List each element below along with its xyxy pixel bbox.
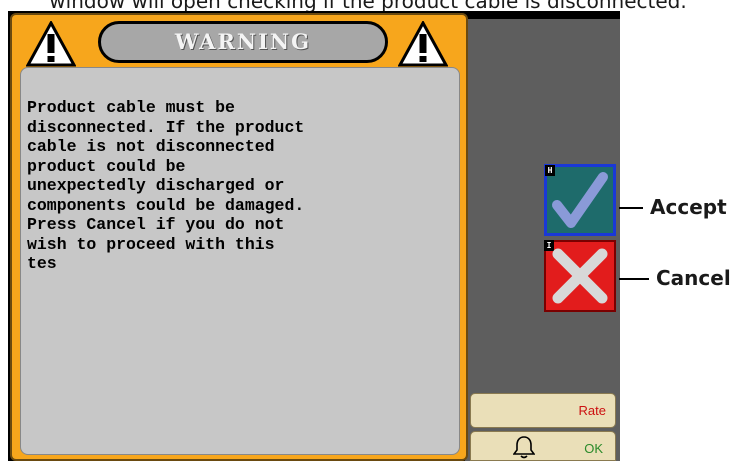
accept-callout-label: Accept bbox=[650, 195, 727, 219]
cancel-button[interactable]: I bbox=[544, 240, 616, 312]
rate-button[interactable]: Rate bbox=[470, 393, 616, 428]
cancel-callout-line bbox=[619, 278, 649, 280]
checkmark-icon bbox=[552, 172, 608, 228]
x-icon bbox=[552, 248, 608, 304]
warning-triangle-icon bbox=[398, 21, 448, 67]
warning-message: Product cable must be disconnected. If t… bbox=[27, 98, 305, 273]
accept-callout-line bbox=[619, 207, 643, 209]
warning-dialog: WARNING Product cable must be disconnect… bbox=[10, 13, 468, 461]
bell-icon bbox=[513, 436, 535, 459]
ok-button[interactable]: OK bbox=[470, 431, 616, 461]
message-box: Product cable must be disconnected. If t… bbox=[20, 67, 460, 455]
ok-label: OK bbox=[584, 441, 603, 456]
accept-button[interactable]: H bbox=[544, 164, 616, 236]
warning-triangle-icon bbox=[26, 21, 76, 67]
dialog-title: WARNING bbox=[98, 21, 388, 63]
cancel-callout-label: Cancel bbox=[656, 266, 731, 290]
